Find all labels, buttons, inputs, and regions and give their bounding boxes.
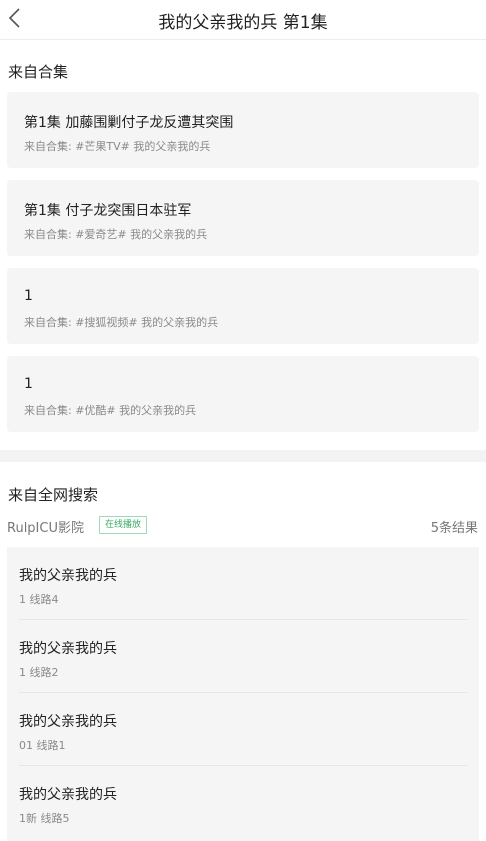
result-subtitle: 1新 线路5	[19, 812, 70, 825]
result-title: 我的父亲我的兵	[19, 714, 117, 730]
collection-card-title: 第1集 加藤围剿付子龙反遭其突围	[24, 115, 234, 131]
online-play-badge: 在线播放	[99, 516, 148, 534]
result-title: 我的父亲我的兵	[19, 641, 117, 657]
collections-section-title: 来自合集	[8, 63, 69, 81]
collection-card[interactable]: 1 来自合集: #优酷# 我的父亲我的兵	[7, 356, 479, 432]
result-item[interactable]: 我的父亲我的兵 1 线路4	[7, 547, 479, 620]
result-title: 我的父亲我的兵	[19, 787, 117, 803]
section-divider	[0, 450, 486, 462]
collection-card-subtitle: 来自合集: #优酷# 我的父亲我的兵	[24, 404, 197, 417]
result-item[interactable]: 我的父亲我的兵 01 线路1	[7, 693, 479, 766]
result-item[interactable]: 我的父亲我的兵 1新 线路5	[7, 766, 479, 839]
result-subtitle: 1 线路2	[19, 666, 59, 679]
result-count: 5条结果	[430, 521, 478, 536]
collection-card-title: 第1集 付子龙突围日本驻军	[24, 203, 192, 219]
result-subtitle: 01 线路1	[19, 739, 66, 752]
collection-card[interactable]: 1 来自合集: #搜狐视频# 我的父亲我的兵	[7, 268, 479, 344]
page-title: 我的父亲我的兵 第1集	[158, 13, 328, 33]
collection-card[interactable]: 第1集 付子龙突围日本驻军 来自合集: #爱奇艺# 我的父亲我的兵	[7, 180, 479, 256]
collection-card-title: 1	[24, 376, 33, 392]
collection-card-subtitle: 来自合集: #爱奇艺# 我的父亲我的兵	[24, 228, 208, 241]
collection-card-title: 1	[24, 288, 33, 304]
collection-card-subtitle: 来自合集: #搜狐视频# 我的父亲我的兵	[24, 316, 219, 329]
top-bar: 我的父亲我的兵 第1集	[0, 0, 486, 40]
collection-card-subtitle: 来自合集: #芒果TV# 我的父亲我的兵	[24, 140, 211, 153]
collection-card[interactable]: 第1集 加藤围剿付子龙反遭其突围 来自合集: #芒果TV# 我的父亲我的兵	[7, 92, 479, 168]
result-list: 我的父亲我的兵 1 线路4 我的父亲我的兵 1 线路2 我的父亲我的兵 01 线…	[7, 547, 479, 841]
source-name: RulpICU影院	[7, 521, 84, 536]
result-subtitle: 1 线路4	[19, 593, 59, 606]
source-row: RulpICU影院 在线播放 5条结果	[0, 516, 486, 536]
result-title: 我的父亲我的兵	[19, 568, 117, 584]
web-search-section-title: 来自全网搜索	[8, 486, 99, 504]
result-item[interactable]: 我的父亲我的兵 1 线路2	[7, 620, 479, 693]
